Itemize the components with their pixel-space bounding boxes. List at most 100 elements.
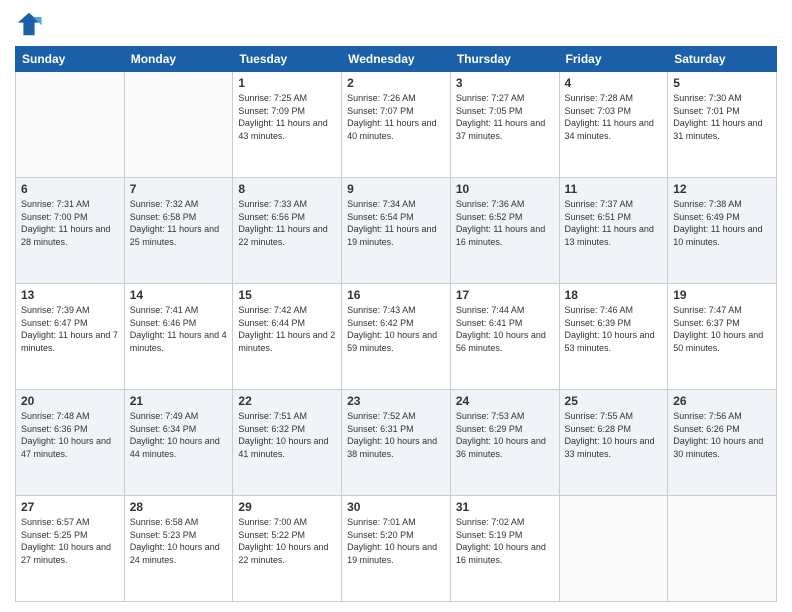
day-number: 25	[565, 394, 663, 408]
day-info: Sunrise: 7:42 AM Sunset: 6:44 PM Dayligh…	[238, 304, 336, 354]
day-number: 7	[130, 182, 228, 196]
day-number: 3	[456, 76, 554, 90]
calendar-cell: 24Sunrise: 7:53 AM Sunset: 6:29 PM Dayli…	[450, 390, 559, 496]
calendar-cell: 27 Sunrise: 6:57 AM Sunset: 5:25 PM Dayli…	[16, 496, 125, 602]
calendar-table: SundayMondayTuesdayWednesdayThursdayFrid…	[15, 46, 777, 602]
day-info: Sunrise: 7:37 AM Sunset: 6:51 PM Dayligh…	[565, 198, 663, 248]
weekday-header: Tuesday	[233, 47, 342, 72]
calendar-cell: 22 Sunrise: 7:51 AM Sunset: 6:32 PM Dayli…	[233, 390, 342, 496]
day-number: 4	[565, 76, 663, 90]
calendar-cell: 23 Sunrise: 7:52 AM Sunset: 6:31 PM Dayli…	[342, 390, 451, 496]
calendar-cell	[668, 496, 777, 602]
calendar-cell: 11 Sunrise: 7:37 AM Sunset: 6:51 PM Dayli…	[559, 178, 668, 284]
calendar-cell: 21Sunrise: 7:49 AM Sunset: 6:34 PM Dayli…	[124, 390, 233, 496]
day-number: 14	[130, 288, 228, 302]
logo-icon	[15, 10, 43, 38]
day-info: Sunrise: 7:27 AM Sunset: 7:05 PM Dayligh…	[456, 92, 554, 142]
day-info: Sunrise: 7:38 AM Sunset: 6:49 PM Dayligh…	[673, 198, 771, 248]
calendar-cell: 28 Sunrise: 6:58 AM Sunset: 5:23 PM Dayli…	[124, 496, 233, 602]
calendar-cell: 16 Sunrise: 7:43 AM Sunset: 6:42 PM Dayli…	[342, 284, 451, 390]
calendar-cell: 9Sunrise: 7:34 AM Sunset: 6:54 PM Daylig…	[342, 178, 451, 284]
day-number: 22	[238, 394, 336, 408]
calendar-cell: 6Sunrise: 7:31 AM Sunset: 7:00 PM Daylig…	[16, 178, 125, 284]
day-number: 24	[456, 394, 554, 408]
calendar-cell: 3 Sunrise: 7:27 AM Sunset: 7:05 PM Daylig…	[450, 72, 559, 178]
day-info: Sunrise: 7:32 AM Sunset: 6:58 PM Dayligh…	[130, 198, 228, 248]
day-number: 16	[347, 288, 445, 302]
day-number: 19	[673, 288, 771, 302]
calendar-cell: 7 Sunrise: 7:32 AM Sunset: 6:58 PM Daylig…	[124, 178, 233, 284]
day-info: Sunrise: 7:30 AM Sunset: 7:01 PM Dayligh…	[673, 92, 771, 142]
day-number: 2	[347, 76, 445, 90]
day-info: Sunrise: 7:51 AM Sunset: 6:32 PM Dayligh…	[238, 410, 336, 460]
day-info: Sunrise: 7:31 AM Sunset: 7:00 PM Dayligh…	[21, 198, 119, 248]
day-number: 5	[673, 76, 771, 90]
calendar-cell: 8 Sunrise: 7:33 AM Sunset: 6:56 PM Daylig…	[233, 178, 342, 284]
calendar-cell: 10 Sunrise: 7:36 AM Sunset: 6:52 PM Dayli…	[450, 178, 559, 284]
day-number: 26	[673, 394, 771, 408]
day-number: 1	[238, 76, 336, 90]
day-info: Sunrise: 7:36 AM Sunset: 6:52 PM Dayligh…	[456, 198, 554, 248]
day-number: 30	[347, 500, 445, 514]
page: SundayMondayTuesdayWednesdayThursdayFrid…	[0, 0, 792, 612]
day-info: Sunrise: 7:00 AM Sunset: 5:22 PM Dayligh…	[238, 516, 336, 566]
calendar-cell: 2 Sunrise: 7:26 AM Sunset: 7:07 PM Daylig…	[342, 72, 451, 178]
calendar-cell: 13 Sunrise: 7:39 AM Sunset: 6:47 PM Dayli…	[16, 284, 125, 390]
day-number: 20	[21, 394, 119, 408]
weekday-header: Sunday	[16, 47, 125, 72]
calendar-cell: 17Sunrise: 7:44 AM Sunset: 6:41 PM Dayli…	[450, 284, 559, 390]
day-number: 28	[130, 500, 228, 514]
day-info: Sunrise: 7:46 AM Sunset: 6:39 PM Dayligh…	[565, 304, 663, 354]
day-number: 27	[21, 500, 119, 514]
weekday-header: Wednesday	[342, 47, 451, 72]
calendar-cell: 25 Sunrise: 7:55 AM Sunset: 6:28 PM Dayli…	[559, 390, 668, 496]
calendar-cell: 4 Sunrise: 7:28 AM Sunset: 7:03 PM Daylig…	[559, 72, 668, 178]
day-number: 13	[21, 288, 119, 302]
calendar-cell	[16, 72, 125, 178]
day-info: Sunrise: 7:43 AM Sunset: 6:42 PM Dayligh…	[347, 304, 445, 354]
day-info: Sunrise: 7:48 AM Sunset: 6:36 PM Dayligh…	[21, 410, 119, 460]
day-info: Sunrise: 7:02 AM Sunset: 5:19 PM Dayligh…	[456, 516, 554, 566]
calendar-cell: 12 Sunrise: 7:38 AM Sunset: 6:49 PM Dayli…	[668, 178, 777, 284]
day-number: 12	[673, 182, 771, 196]
day-number: 11	[565, 182, 663, 196]
weekday-header: Saturday	[668, 47, 777, 72]
header	[15, 10, 777, 38]
day-number: 21	[130, 394, 228, 408]
weekday-header: Monday	[124, 47, 233, 72]
day-info: Sunrise: 7:34 AM Sunset: 6:54 PM Dayligh…	[347, 198, 445, 248]
day-info: Sunrise: 7:52 AM Sunset: 6:31 PM Dayligh…	[347, 410, 445, 460]
calendar-cell: 18 Sunrise: 7:46 AM Sunset: 6:39 PM Dayli…	[559, 284, 668, 390]
day-info: Sunrise: 6:58 AM Sunset: 5:23 PM Dayligh…	[130, 516, 228, 566]
day-info: Sunrise: 7:55 AM Sunset: 6:28 PM Dayligh…	[565, 410, 663, 460]
day-info: Sunrise: 7:33 AM Sunset: 6:56 PM Dayligh…	[238, 198, 336, 248]
day-number: 18	[565, 288, 663, 302]
day-info: Sunrise: 7:47 AM Sunset: 6:37 PM Dayligh…	[673, 304, 771, 354]
weekday-header: Thursday	[450, 47, 559, 72]
calendar-cell: 30Sunrise: 7:01 AM Sunset: 5:20 PM Dayli…	[342, 496, 451, 602]
day-number: 31	[456, 500, 554, 514]
day-info: Sunrise: 7:26 AM Sunset: 7:07 PM Dayligh…	[347, 92, 445, 142]
day-info: Sunrise: 7:56 AM Sunset: 6:26 PM Dayligh…	[673, 410, 771, 460]
calendar-cell: 20 Sunrise: 7:48 AM Sunset: 6:36 PM Dayli…	[16, 390, 125, 496]
day-number: 10	[456, 182, 554, 196]
day-number: 8	[238, 182, 336, 196]
calendar-cell: 1 Sunrise: 7:25 AM Sunset: 7:09 PM Daylig…	[233, 72, 342, 178]
calendar-cell: 29 Sunrise: 7:00 AM Sunset: 5:22 PM Dayli…	[233, 496, 342, 602]
weekday-header: Friday	[559, 47, 668, 72]
day-info: Sunrise: 7:41 AM Sunset: 6:46 PM Dayligh…	[130, 304, 228, 354]
day-info: Sunrise: 7:25 AM Sunset: 7:09 PM Dayligh…	[238, 92, 336, 142]
calendar-cell: 15 Sunrise: 7:42 AM Sunset: 6:44 PM Dayli…	[233, 284, 342, 390]
day-info: Sunrise: 6:57 AM Sunset: 5:25 PM Dayligh…	[21, 516, 119, 566]
calendar-cell	[124, 72, 233, 178]
day-number: 15	[238, 288, 336, 302]
day-info: Sunrise: 7:39 AM Sunset: 6:47 PM Dayligh…	[21, 304, 119, 354]
calendar-cell: 5 Sunrise: 7:30 AM Sunset: 7:01 PM Daylig…	[668, 72, 777, 178]
calendar-cell: 19 Sunrise: 7:47 AM Sunset: 6:37 PM Dayli…	[668, 284, 777, 390]
calendar-cell: 14 Sunrise: 7:41 AM Sunset: 6:46 PM Dayli…	[124, 284, 233, 390]
logo	[15, 10, 47, 38]
day-number: 29	[238, 500, 336, 514]
day-info: Sunrise: 7:28 AM Sunset: 7:03 PM Dayligh…	[565, 92, 663, 142]
day-number: 23	[347, 394, 445, 408]
day-number: 17	[456, 288, 554, 302]
